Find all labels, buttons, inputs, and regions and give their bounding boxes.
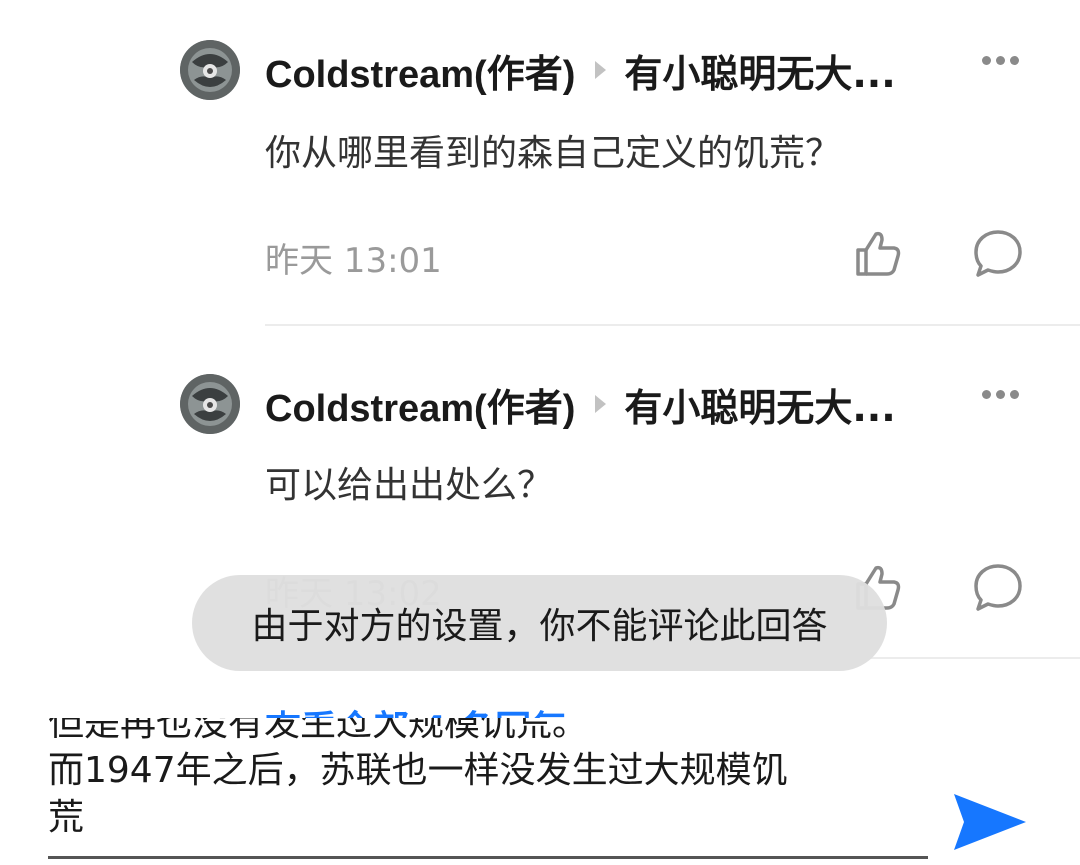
comment-composer[interactable]: 但是再也没有发生过大规模饥荒。 而1947年之后，苏联也一样没发生过大规模饥 荒: [0, 718, 1080, 865]
thumbs-up-icon[interactable]: [852, 228, 904, 280]
avatar[interactable]: [180, 40, 240, 100]
comment-text: 你从哪里看到的森自己定义的饥荒？: [265, 133, 842, 174]
composer-input[interactable]: 但是再也没有发生过大规模饥荒。 而1947年之后，苏联也一样没发生过大规模饥 荒: [48, 718, 928, 841]
reply-to-name[interactable]: 有小聪明无大...: [624, 377, 895, 432]
author-name[interactable]: Coldstream(作者): [265, 43, 575, 98]
send-arrow-icon[interactable]: [950, 790, 1030, 854]
author-line: Coldstream(作者) 有小聪明无大...: [265, 40, 896, 100]
more-horizontal-icon[interactable]: [982, 384, 1019, 404]
composer-line: 荒: [48, 797, 85, 838]
toast-message: 由于对方的设置，你不能评论此回答: [192, 575, 887, 671]
input-underline: [48, 856, 928, 859]
author-name[interactable]: Coldstream(作者): [265, 377, 575, 432]
divider: [265, 324, 1080, 326]
speech-bubble-icon[interactable]: [972, 562, 1024, 614]
speech-bubble-icon[interactable]: [972, 228, 1024, 280]
reply-to-name[interactable]: 有小聪明无大...: [624, 43, 895, 98]
avatar[interactable]: [180, 374, 240, 434]
composer-line: 而1947年之后，苏联也一样没发生过大规模饥: [48, 750, 788, 791]
reply-arrow-icon: [595, 395, 607, 413]
more-horizontal-icon[interactable]: [982, 50, 1019, 70]
comment-time: 昨天 13:01: [265, 241, 442, 281]
comment-text: 可以给出出处么？: [265, 465, 554, 506]
reply-arrow-icon: [595, 61, 607, 79]
toast-text: 由于对方的设置，你不能评论此回答: [251, 606, 828, 647]
author-line: Coldstream(作者) 有小聪明无大...: [265, 374, 896, 434]
composer-line: 但是再也没有发生过大规模饥荒。: [48, 718, 589, 744]
